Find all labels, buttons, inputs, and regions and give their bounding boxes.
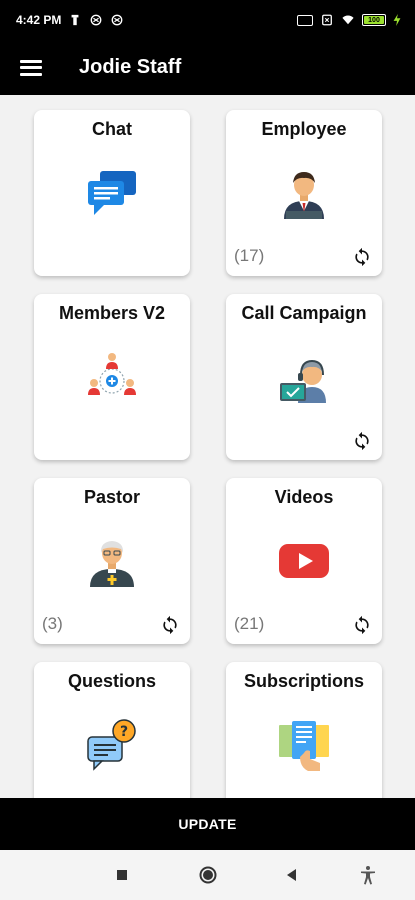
- notification-icon: [71, 14, 79, 26]
- system-nav-bar: [0, 850, 415, 900]
- card-title: Pastor: [83, 487, 141, 507]
- card-title: Call Campaign: [241, 303, 367, 323]
- card-pastor[interactable]: Pastor (3): [34, 478, 190, 644]
- sync-icon[interactable]: [352, 431, 372, 451]
- pastor-icon: [90, 541, 134, 587]
- svg-text:?: ?: [120, 724, 128, 740]
- status-time: 4:42 PM: [16, 13, 62, 27]
- card-employee[interactable]: Employee (17): [226, 110, 382, 276]
- app-bar: Jodie Staff: [0, 40, 415, 95]
- back-icon[interactable]: [280, 863, 304, 887]
- card-members-v2[interactable]: Members V2: [34, 294, 190, 460]
- dashboard-grid: Chat Employee (17) Members V2 Call Campa…: [0, 95, 415, 798]
- pastor-count: (3): [42, 614, 63, 633]
- update-button[interactable]: UPDATE: [0, 798, 415, 850]
- members-network-icon: [88, 353, 136, 395]
- card-subscriptions[interactable]: Subscriptions: [226, 662, 382, 798]
- vpn-icon: [297, 14, 313, 26]
- card-title: Chat: [92, 119, 132, 139]
- home-icon[interactable]: [196, 863, 220, 887]
- app-notification-icon: [90, 14, 102, 26]
- app-notification-icon-2: [111, 14, 123, 26]
- wifi-icon: [342, 15, 354, 25]
- card-call-campaign[interactable]: Call Campaign: [226, 294, 382, 460]
- question-chat-icon: ?: [87, 719, 136, 771]
- recent-apps-icon[interactable]: [110, 863, 134, 887]
- status-bar: 4:42 PM 100: [0, 0, 415, 40]
- sim-icon: [322, 14, 332, 26]
- app-title: Jodie Staff: [79, 56, 182, 78]
- accessibility-icon[interactable]: [356, 863, 380, 887]
- sync-icon[interactable]: [352, 615, 372, 635]
- battery-icon: 100: [362, 14, 386, 26]
- status-left: 4:42 PM: [16, 13, 124, 27]
- status-right: 100: [297, 14, 401, 26]
- card-title: Subscriptions: [243, 671, 364, 691]
- videos-count: (21): [234, 614, 265, 633]
- card-questions[interactable]: Questions ?: [34, 662, 190, 798]
- employee-count: (17): [234, 246, 265, 265]
- card-title: Videos: [274, 487, 334, 507]
- card-chat[interactable]: Chat: [34, 110, 190, 276]
- call-center-agent-icon: [280, 359, 326, 403]
- subscriptions-icon: [279, 721, 329, 771]
- card-title: Members V2: [58, 303, 166, 323]
- charging-icon: [393, 14, 401, 26]
- card-title: Employee: [261, 119, 347, 139]
- card-videos[interactable]: Videos (21): [226, 478, 382, 644]
- menu-icon[interactable]: [20, 59, 42, 76]
- sync-icon[interactable]: [160, 615, 180, 635]
- card-title: Questions: [67, 671, 156, 691]
- battery-level: 100: [368, 16, 380, 24]
- employee-icon: [284, 172, 324, 219]
- sync-icon[interactable]: [352, 247, 372, 267]
- chat-bubbles-icon: [88, 171, 136, 215]
- youtube-play-icon: [279, 544, 329, 578]
